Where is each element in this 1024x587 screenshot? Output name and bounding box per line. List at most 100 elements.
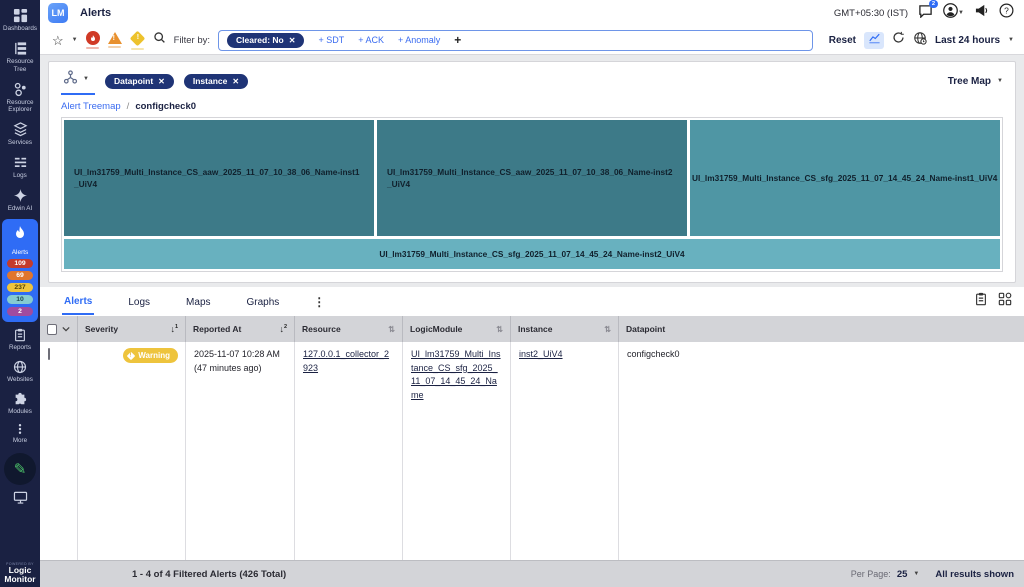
sort-icon[interactable]: ⇅: [604, 325, 611, 334]
announcements-button[interactable]: [974, 4, 989, 22]
group-chip-datapoint[interactable]: Datapoint ✕: [105, 74, 174, 89]
add-filter-sdt[interactable]: + SDT: [318, 35, 344, 45]
account-menu[interactable]: ▼: [943, 3, 964, 23]
treemap-node[interactable]: UI_lm31759_Multi_Instance_CS_aaw_2025_11…: [64, 120, 374, 236]
logicmodule-link[interactable]: UI_lm31759_Multi_Instance_CS_sfg_2025_11…: [411, 349, 501, 400]
column-header-logicmodule[interactable]: LogicModule ⇅: [403, 316, 511, 342]
page-title: Alerts: [80, 7, 111, 19]
main-content: ▼ Datapoint ✕ Instance ✕ Tree Map ▼ Aler…: [40, 55, 1024, 560]
resource-cell: 127.0.0.1_collector_2923: [295, 342, 403, 560]
dashboards-icon: [13, 8, 28, 23]
close-icon[interactable]: ✕: [289, 36, 296, 45]
filter-by-label: Filter by:: [174, 35, 210, 46]
sidebar-item-resource-tree[interactable]: Resource Tree: [0, 37, 40, 78]
alert-count-critical[interactable]: 109: [7, 259, 33, 268]
column-header-instance[interactable]: Instance ⇅: [511, 316, 619, 342]
sidebar-item-resource-explorer[interactable]: Resource Explorer: [0, 78, 40, 119]
sidebar-item-logs[interactable]: Logs: [0, 151, 40, 184]
reset-filters-button[interactable]: Reset: [829, 35, 856, 46]
lm-app-logo[interactable]: LM: [48, 3, 68, 23]
per-page-chevron-icon[interactable]: ▼: [913, 571, 919, 577]
treemap-node[interactable]: UI_lm31759_Multi_Instance_CS_sfg_2025_11…: [64, 239, 1000, 269]
filter-chips-input[interactable]: Cleared: No ✕ + SDT + ACK + Anomaly +: [218, 30, 813, 51]
alert-count-info[interactable]: 10: [7, 295, 33, 304]
refresh-button[interactable]: [892, 31, 905, 49]
group-chip-instance[interactable]: Instance ✕: [184, 74, 248, 89]
more-icon: [14, 423, 26, 435]
row-checkbox[interactable]: [48, 348, 50, 360]
time-range-selector[interactable]: Last 24 hours: [935, 35, 1000, 46]
treemap-node[interactable]: UI_lm31759_Multi_Instance_CS_sfg_2025_11…: [690, 120, 1000, 236]
select-all-cell: [40, 316, 78, 342]
tab-alerts[interactable]: Alerts: [62, 289, 94, 315]
visualization-type-selector[interactable]: Tree Map ▼: [948, 76, 1003, 87]
alert-count-warning[interactable]: 237: [7, 283, 33, 292]
column-header-severity[interactable]: Severity ↓1: [78, 316, 186, 342]
select-all-checkbox[interactable]: [47, 324, 57, 335]
tab-maps[interactable]: Maps: [184, 290, 212, 314]
edwin-ai-icon: [13, 188, 28, 203]
sidebar-item-modules[interactable]: Modules: [0, 388, 40, 420]
sidebar-item-services[interactable]: Services: [0, 118, 40, 151]
sidebar-item-websites[interactable]: Websites: [0, 356, 40, 388]
filter-chip-cleared[interactable]: Cleared: No ✕: [227, 33, 304, 48]
websites-icon: [13, 360, 27, 374]
results-summary: 1 - 4 of 4 Filtered Alerts (426 Total): [132, 569, 286, 580]
logs-icon: [13, 155, 28, 170]
sort-descending-icon[interactable]: ↓1: [170, 324, 178, 334]
breadcrumb-root-link[interactable]: Alert Treemap: [61, 101, 121, 112]
add-filter-anomaly[interactable]: + Anomaly: [398, 35, 440, 45]
tab-logs[interactable]: Logs: [126, 290, 152, 314]
column-header-datapoint[interactable]: Datapoint: [619, 316, 1024, 342]
resource-tree-icon: [13, 41, 28, 56]
timezone-label: GMT+05:30 (IST): [834, 8, 908, 19]
sidebar-item-more[interactable]: More: [0, 419, 40, 449]
search-icon[interactable]: [153, 31, 166, 49]
add-filter-button[interactable]: +: [454, 33, 461, 47]
chart-view-toggle[interactable]: [864, 32, 884, 49]
group-by-selector[interactable]: ▼: [61, 68, 95, 95]
sidebar-item-reports[interactable]: Reports: [0, 324, 40, 356]
add-filter-ack[interactable]: + ACK: [358, 35, 384, 45]
user-avatar-icon: [943, 3, 958, 23]
sidebar-item-edwin-ai[interactable]: Edwin AI: [0, 184, 40, 217]
per-page-value[interactable]: 25: [897, 569, 908, 580]
edit-mode-button[interactable]: ✎: [4, 453, 36, 485]
timezone-globe-button[interactable]: [913, 31, 927, 50]
column-header-reported-at[interactable]: Reported At ↓2: [186, 316, 295, 342]
saved-views-chevron-icon[interactable]: ▼: [72, 37, 78, 43]
treemap-node[interactable]: UI_lm31759_Multi_Instance_CS_aaw_2025_11…: [377, 120, 687, 236]
sidebar-item-display[interactable]: [0, 487, 40, 508]
copy-report-button[interactable]: [974, 292, 988, 311]
sort-icon[interactable]: ⇅: [496, 325, 503, 334]
alert-count-error[interactable]: 69: [7, 271, 33, 280]
selection-menu-chevron-icon[interactable]: [62, 324, 70, 334]
close-icon[interactable]: ✕: [158, 77, 165, 86]
critical-severity-icon: [86, 31, 100, 45]
column-header-resource[interactable]: Resource ⇅: [295, 316, 403, 342]
favorite-view-button[interactable]: ☆: [52, 34, 64, 47]
reported-at-cell: 2025-11-07 10:28 AM (47 minutes ago): [186, 342, 295, 560]
tab-graphs[interactable]: Graphs: [245, 290, 282, 314]
severity-filter-warning[interactable]: !: [130, 31, 145, 50]
resource-explorer-icon: [13, 82, 28, 97]
sidebar-item-dashboards[interactable]: Dashboards: [0, 4, 40, 37]
sidebar-item-alerts[interactable]: Alerts 109 69 237 10 2: [2, 219, 38, 322]
help-button[interactable]: ?: [999, 3, 1014, 23]
sort-descending-icon[interactable]: ↓2: [279, 324, 287, 334]
severity-filter-error[interactable]: !: [108, 32, 122, 48]
messages-button[interactable]: 2: [918, 4, 933, 23]
time-range-chevron-icon[interactable]: ▼: [1008, 37, 1014, 43]
resource-link[interactable]: 127.0.0.1_collector_2923: [303, 349, 389, 373]
logicmodule-cell: UI_lm31759_Multi_Instance_CS_sfg_2025_11…: [403, 342, 511, 560]
table-row[interactable]: ! Warning 2025-11-07 10:28 AM (47 minute…: [40, 342, 1024, 560]
alert-count-other[interactable]: 2: [7, 307, 33, 316]
per-page-label: Per Page:: [851, 569, 891, 579]
more-tabs-menu[interactable]: ⋮: [313, 295, 325, 309]
table-footer: 1 - 4 of 4 Filtered Alerts (426 Total) P…: [40, 560, 1024, 587]
instance-link[interactable]: inst2_UiV4: [519, 349, 563, 359]
sort-icon[interactable]: ⇅: [388, 325, 395, 334]
column-settings-button[interactable]: [998, 292, 1012, 311]
close-icon[interactable]: ✕: [232, 77, 239, 86]
severity-filter-critical[interactable]: [86, 31, 100, 49]
